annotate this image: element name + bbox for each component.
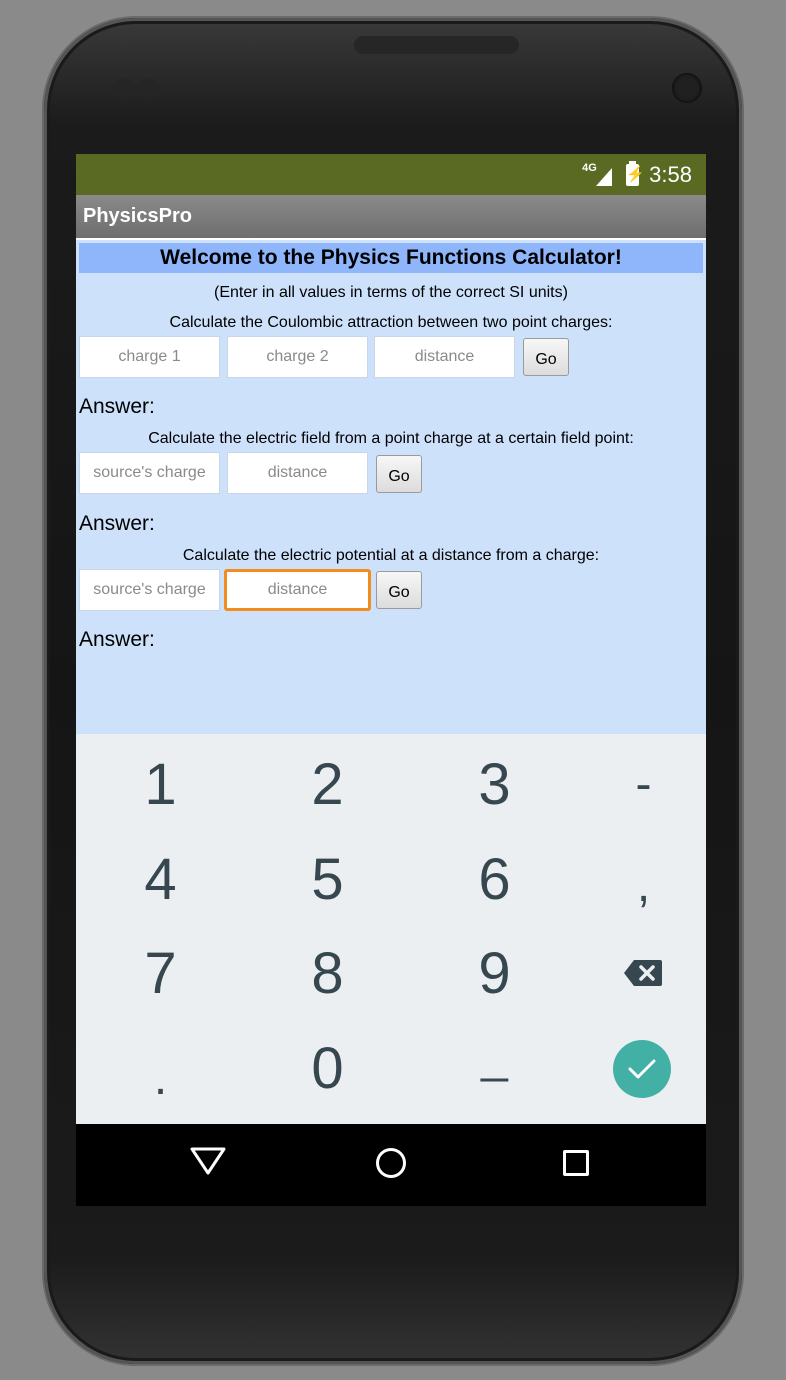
welcome-banner: Welcome to the Physics Functions Calcula… [79,243,703,273]
potential-source-charge-input[interactable]: source's charge [79,569,220,611]
key-4[interactable]: 4 [82,833,239,927]
key-2[interactable]: 2 [249,738,406,832]
field-prompt: Calculate the electric field from a poin… [148,430,634,447]
signal-icon: 4G [582,161,613,188]
backspace-icon[interactable] [624,959,662,987]
key-8[interactable]: 8 [249,927,406,1021]
key-1[interactable]: 1 [82,738,239,832]
network-type: 4G [582,161,597,174]
sensor-dot [138,78,158,98]
coulomb-prompt: Calculate the Coulombic attraction betwe… [169,314,613,331]
field-go-button[interactable]: Go [376,455,422,493]
potential-go-button[interactable]: Go [376,571,422,609]
speaker-grille [354,36,519,54]
key-period[interactable]: . [82,1032,239,1126]
potential-answer: Answer: [79,628,155,651]
potential-prompt: Calculate the electric potential at a di… [182,547,600,564]
field-distance-input[interactable]: distance [227,452,368,494]
potential-distance-input[interactable]: distance [224,569,371,611]
recents-icon[interactable] [563,1150,589,1176]
field-answer: Answer: [79,512,155,535]
battery-charging-icon: ⚡ [626,160,645,186]
sensor-dot [114,78,134,98]
key-0[interactable]: 0 [249,1022,406,1116]
key-space[interactable]: _ [416,1010,573,1104]
app-title: PhysicsPro [76,195,706,238]
navigation-bar [76,1124,706,1206]
front-camera [672,73,702,103]
key-9[interactable]: 9 [416,927,573,1021]
coulomb-charge1-input[interactable]: charge 1 [79,336,220,378]
coulomb-charge2-input[interactable]: charge 2 [227,336,368,378]
back-icon[interactable] [190,1146,226,1176]
key-comma[interactable]: , [565,839,706,933]
key-6[interactable]: 6 [416,833,573,927]
phone-screen: 4G ⚡ 3:58 PhysicsPro Welcome to the Phys… [76,154,706,1206]
coulomb-go-button[interactable]: Go [523,338,569,376]
key-3[interactable]: 3 [416,738,573,832]
status-bar: 4G ⚡ 3:58 [76,154,706,195]
checkmark-icon[interactable] [613,1040,671,1098]
key-5[interactable]: 5 [249,833,406,927]
numeric-keyboard: 1 2 3 - 4 5 6 , 7 8 9 . 0 _ [76,734,706,1124]
home-icon[interactable] [376,1148,406,1178]
status-time: 3:58 [649,161,692,187]
instructions-text: (Enter in all values in terms of the cor… [214,284,568,301]
key-minus[interactable]: - [565,738,706,832]
coulomb-answer: Answer: [79,395,155,418]
field-source-charge-input[interactable]: source's charge [79,452,220,494]
key-7[interactable]: 7 [82,927,239,1021]
coulomb-distance-input[interactable]: distance [374,336,515,378]
calculator-content: Welcome to the Physics Functions Calcula… [76,238,706,734]
